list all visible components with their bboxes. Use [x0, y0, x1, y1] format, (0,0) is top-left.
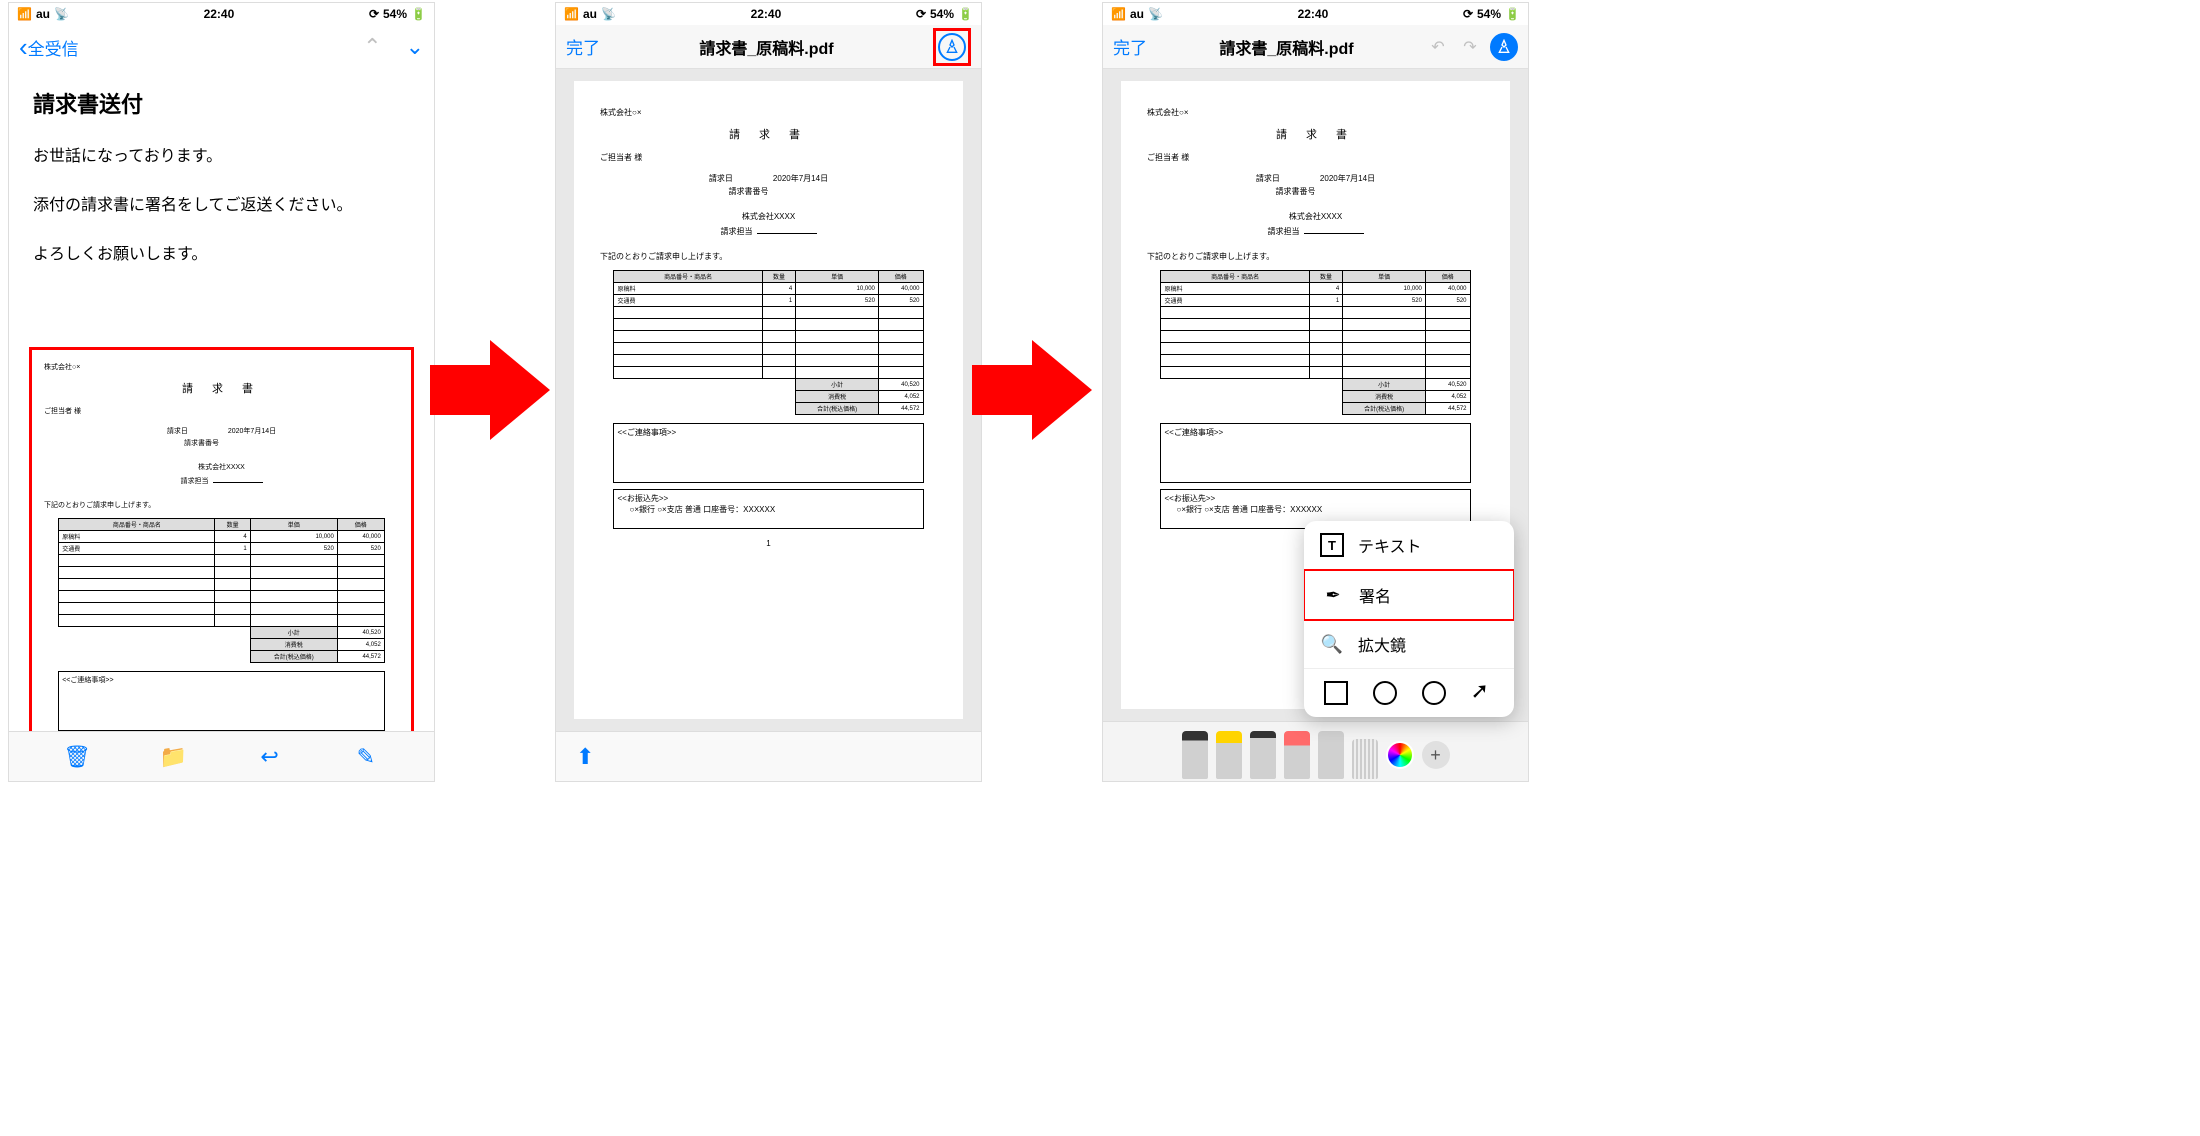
mail-body: 請求書送付 お世話になっております。 添付の請求書に署名をしてご返送ください。 … — [9, 69, 434, 307]
trash-icon[interactable]: 🗑 — [61, 744, 93, 770]
compose-icon[interactable]: ✎ — [350, 744, 382, 770]
magnifier-icon: 🔍 — [1320, 632, 1344, 656]
reply-icon[interactable]: ↩ — [254, 744, 286, 770]
invoice-recipient: ご担当者 様 — [44, 406, 399, 416]
status-bar: 📶 au 📡 22:40 ⟳ 54% 🔋 — [556, 3, 981, 25]
screenshot-mail: 📶 au 📡 22:40 ⟳ 54% 🔋 ‹全受信 ⌃ ⌄ 請求書送付 お世話に… — [8, 2, 435, 782]
invoice-date-label: 請求日 — [167, 426, 188, 436]
shape-square-button[interactable] — [1324, 681, 1348, 705]
undo-icon[interactable]: ↶ — [1426, 35, 1450, 59]
battery-label: 54% — [383, 7, 407, 21]
status-bar: 📶 au 📡 22:40 ⟳ 54% 🔋 — [9, 3, 434, 25]
popup-signature-button[interactable]: ✒ 署名 — [1304, 569, 1514, 621]
back-label: 全受信 — [28, 35, 79, 60]
back-button[interactable]: ‹全受信 — [19, 32, 79, 63]
invoice-pic-label: 請求担当 — [181, 478, 209, 485]
mail-text-line: お世話になっております。 — [33, 143, 410, 172]
arrow-icon — [972, 340, 1092, 440]
pdf-canvas[interactable]: 株式会社○× 請 求 書 ご担当者 様 請求日2020年7月14日 請求書番号 … — [556, 69, 981, 731]
next-message-button[interactable]: ⌄ — [406, 34, 424, 60]
markup-navbar: 完了 請求書_原稿料.pdf ↶ ↷ — [1103, 25, 1528, 69]
signal-icon: 📶 — [17, 7, 32, 21]
mail-text-line: 添付の請求書に署名をしてご返送ください。 — [33, 192, 410, 221]
invoice-intro: 下記のとおりご請求申し上げます。 — [44, 500, 399, 510]
pdf-filename: 請求書_原稿料.pdf — [1219, 35, 1353, 59]
invoice-from: 株式会社○× — [44, 362, 399, 372]
add-button[interactable]: + — [1422, 741, 1450, 769]
signature-icon: ✒ — [1321, 583, 1345, 607]
pencil-tool[interactable] — [1250, 731, 1276, 779]
marker-tool[interactable] — [1216, 731, 1242, 779]
arrow-icon — [430, 340, 550, 440]
ruler-tool[interactable] — [1352, 739, 1378, 779]
share-icon[interactable]: ⬆ — [576, 744, 594, 770]
popup-text-label: テキスト — [1358, 533, 1422, 557]
status-bar: 📶 au 📡 22:40 ⟳ 54% 🔋 — [1103, 3, 1528, 25]
pdf-page: 株式会社○× 請 求 書 ご担当者 様 請求日2020年7月14日 請求書番号 … — [574, 81, 963, 719]
popup-shapes-row: ➚ — [1304, 669, 1514, 717]
pdf-attachment[interactable]: 株式会社○× 請 求 書 ご担当者 様 請求日2020年7月14日 請求書番号 … — [29, 347, 414, 752]
invoice-preview: 株式会社○× 請 求 書 ご担当者 様 請求日2020年7月14日 請求書番号 … — [44, 362, 399, 731]
redo-icon[interactable]: ↷ — [1458, 35, 1482, 59]
pdf-filename: 請求書_原稿料.pdf — [699, 35, 833, 59]
lasso-tool[interactable] — [1318, 731, 1344, 779]
add-popup: T テキスト ✒ 署名 🔍 拡大鏡 ➚ — [1304, 521, 1514, 717]
markup-icon[interactable] — [1490, 33, 1518, 61]
chevron-left-icon: ‹ — [19, 32, 28, 63]
carrier-label: au — [36, 7, 50, 21]
battery-icon: 🔋 — [411, 7, 426, 21]
invoice-notes: <<ご連絡事項>> — [58, 671, 385, 731]
clock-label: 22:40 — [204, 7, 235, 21]
shape-arrow-button[interactable]: ➚ — [1471, 681, 1495, 705]
pdf-navbar: 完了 請求書_原稿料.pdf — [556, 25, 981, 69]
markup-tool-toolbar: + — [1103, 721, 1528, 781]
shape-circle-button[interactable] — [1373, 681, 1397, 705]
done-button[interactable]: 完了 — [566, 34, 600, 59]
eraser-tool[interactable] — [1284, 731, 1310, 779]
invoice-number-label: 請求書番号 — [184, 438, 219, 448]
pdf-toolbar: ⬆ — [556, 731, 981, 781]
mail-navbar: ‹全受信 ⌃ ⌄ — [9, 25, 434, 69]
popup-text-button[interactable]: T テキスト — [1304, 521, 1514, 570]
wifi-icon: 📡 — [54, 7, 69, 21]
mail-toolbar: 🗑 📁 ↩ ✎ — [9, 731, 434, 781]
screenshot-markup: 📶 au 📡 22:40 ⟳ 54% 🔋 完了 請求書_原稿料.pdf ↶ ↷ … — [1102, 2, 1529, 782]
markup-icon[interactable] — [938, 33, 966, 61]
invoice-table: 商品番号・商品名数量単価価格 原稿料410,00040,000 交通費15205… — [58, 518, 385, 663]
shape-speech-button[interactable] — [1422, 681, 1446, 705]
markup-button-highlight — [933, 28, 971, 66]
screenshot-pdf-viewer: 📶 au 📡 22:40 ⟳ 54% 🔋 完了 請求書_原稿料.pdf 株式会社… — [555, 2, 982, 782]
text-icon: T — [1320, 533, 1344, 557]
mail-text-line: よろしくお願いします。 — [33, 241, 410, 270]
pen-tool[interactable] — [1182, 731, 1208, 779]
done-button[interactable]: 完了 — [1113, 34, 1147, 59]
invoice-date: 2020年7月14日 — [228, 426, 276, 436]
folder-icon[interactable]: 📁 — [157, 744, 189, 770]
mail-subject: 請求書送付 — [33, 87, 410, 119]
popup-signature-label: 署名 — [1359, 583, 1391, 607]
invoice-title: 請 求 書 — [44, 380, 399, 396]
popup-magnifier-button[interactable]: 🔍 拡大鏡 — [1304, 620, 1514, 669]
invoice-client: 株式会社XXXX — [44, 462, 399, 472]
color-picker-button[interactable] — [1386, 741, 1414, 769]
popup-magnifier-label: 拡大鏡 — [1358, 632, 1406, 656]
prev-message-button[interactable]: ⌃ — [363, 34, 381, 60]
